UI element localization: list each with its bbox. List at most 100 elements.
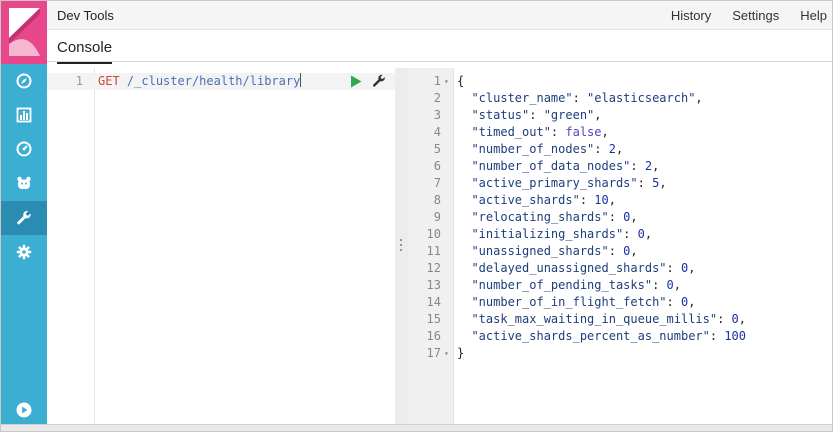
response-line: 9 "relocating_shards": 0, (408, 209, 833, 226)
json-token: , (630, 244, 638, 258)
response-line-text: "number_of_in_flight_fetch": 0, (457, 294, 695, 311)
response-line-text: "number_of_pending_tasks": 0, (457, 277, 681, 294)
sidebar-item-dashboard[interactable] (0, 132, 47, 166)
sidebar-collapse-button[interactable] (0, 393, 47, 427)
response-line-text: "number_of_nodes": 2, (457, 141, 623, 158)
response-line-text: "unassigned_shards": 0, (457, 243, 638, 260)
pane-resizer[interactable] (395, 68, 408, 424)
kibana-logo[interactable] (0, 0, 47, 64)
response-line: 12 "delayed_unassigned_shards": 0, (408, 260, 833, 277)
sidebar-item-discover[interactable] (0, 64, 47, 98)
json-token: "number_of_pending_tasks" (457, 278, 653, 292)
sidebar-item-dev-tools[interactable] (0, 201, 47, 235)
json-token: "active_primary_shards" (457, 176, 638, 190)
json-token: , (673, 278, 681, 292)
json-token: { (457, 74, 465, 88)
response-line-text: "active_shards_percent_as_number": 100 (457, 328, 746, 345)
response-line: 16 "active_shards_percent_as_number": 10… (408, 328, 833, 345)
json-token: , (738, 312, 747, 326)
response-viewer[interactable]: 1 ▾{2 "cluster_name": "elasticsearch", 3 "… (408, 68, 833, 424)
history-link[interactable]: History (671, 8, 711, 23)
json-token: } (457, 346, 465, 360)
json-token: : (529, 108, 544, 122)
json-token: , (688, 261, 696, 275)
request-path: /_cluster/health/library (126, 74, 301, 88)
json-token: "active_shards" (457, 193, 580, 207)
response-line-text: "delayed_unassigned_shards": 0, (457, 260, 695, 277)
response-line-text: { (457, 73, 464, 90)
bottom-strip (0, 424, 833, 432)
tab-console[interactable]: Console (57, 39, 113, 64)
response-line-text: "cluster_name": "elasticsearch", (457, 90, 702, 107)
json-token: : (579, 193, 595, 207)
play-circle-icon (16, 402, 31, 418)
response-line: 1 ▾ { (408, 73, 833, 90)
response-line: 5 "number_of_nodes": 2, (408, 141, 833, 158)
help-link[interactable]: Help (800, 8, 827, 23)
json-token: , (644, 227, 653, 241)
settings-link[interactable]: Settings (732, 8, 779, 23)
request-line[interactable]: GET /_cluster/health/library (98, 73, 302, 90)
response-line-number: 1 (433, 74, 441, 88)
json-token: "number_of_data_nodes" (457, 159, 631, 173)
response-line-text: "timed_out": false, (457, 124, 609, 141)
response-line-number: 11 (426, 244, 441, 258)
response-line-number: 12 (426, 261, 441, 275)
response-line: 11 "unassigned_shards": 0, (408, 243, 833, 260)
request-gutter (47, 68, 95, 424)
json-token: 2 (644, 159, 653, 173)
request-line-number: 1 (75, 74, 83, 88)
response-line-number: 2 (433, 91, 441, 105)
json-token: , (615, 142, 624, 156)
response-line-text: "status": "green", (457, 107, 601, 124)
request-actions-button[interactable] (372, 74, 386, 88)
response-line-number: 15 (426, 312, 441, 326)
response-line-text: "task_max_waiting_in_queue_millis": 0, (457, 311, 746, 328)
sidebar-item-visualize[interactable] (0, 98, 47, 132)
gear-icon (16, 244, 31, 260)
json-token: "task_max_waiting_in_queue_millis" (457, 312, 718, 326)
top-nav: History Settings Help (671, 8, 827, 23)
json-token: "number_of_nodes" (457, 142, 595, 156)
fold-toggle-icon[interactable]: ▾ (444, 73, 449, 90)
request-editor[interactable]: 1 GET /_cluster/health/library (47, 68, 395, 424)
gauge-icon (16, 141, 31, 157)
top-bar: Dev Tools History Settings Help (47, 0, 833, 30)
sidebar (0, 0, 47, 432)
response-line: 2 "cluster_name": "elasticsearch", (408, 90, 833, 107)
response-line: 4 "timed_out": false, (408, 124, 833, 141)
response-line-number: 16 (426, 329, 441, 343)
response-line-number: 4 (433, 125, 441, 139)
json-token: "status" (457, 108, 530, 122)
json-token: , (601, 125, 609, 139)
response-line: 8 "active_shards": 10, (408, 192, 833, 209)
response-line-number: 3 (433, 108, 441, 122)
response-line-text: "active_shards": 10, (457, 192, 616, 209)
sidebar-item-management[interactable] (0, 235, 47, 269)
bar-chart-icon (16, 107, 31, 123)
app-title: Dev Tools (57, 8, 114, 23)
wrench-small-icon (373, 74, 385, 87)
response-line-text: "active_primary_shards": 5, (457, 175, 666, 192)
send-request-button[interactable] (350, 75, 362, 88)
response-line-text: "relocating_shards": 0, (457, 209, 638, 226)
json-token: : (709, 329, 725, 343)
json-token: 0 (731, 312, 739, 326)
json-token: : (608, 210, 624, 224)
response-line-text: "initializing_shards": 0, (457, 226, 652, 243)
bear-icon (16, 176, 31, 189)
response-line-number: 10 (426, 227, 441, 241)
sidebar-item-timelion[interactable] (0, 166, 47, 200)
json-token: "cluster_name" (457, 91, 573, 105)
response-line: 10 "initializing_shards": 0, (408, 226, 833, 243)
json-token: , (630, 210, 638, 224)
wrench-icon (16, 210, 31, 225)
fold-toggle-icon[interactable]: ▾ (444, 345, 449, 362)
response-line-number: 17 (426, 346, 441, 360)
json-token: , (688, 295, 696, 309)
response-lines: 1 ▾{2 "cluster_name": "elasticsearch", 3 "… (408, 73, 833, 362)
json-token: : (666, 295, 681, 309)
json-token: "unassigned_shards" (457, 244, 609, 258)
drag-handle-icon (400, 239, 402, 251)
json-token: 0 (666, 278, 674, 292)
